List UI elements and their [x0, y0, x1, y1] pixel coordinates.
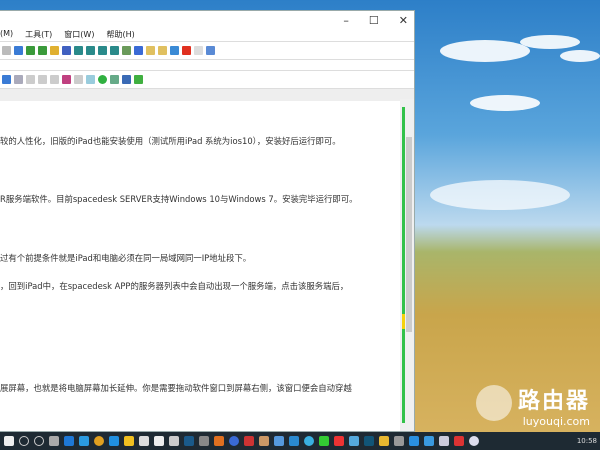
- app5-icon[interactable]: [304, 436, 314, 446]
- find-files-icon[interactable]: [50, 46, 59, 55]
- magnifier-icon[interactable]: [214, 436, 224, 446]
- bracket-icon[interactable]: [50, 75, 59, 84]
- app7-icon[interactable]: [349, 436, 359, 446]
- editor-window: – ☐ ✕ (M) 工具(T) 窗口(W) 帮助(H): [0, 10, 415, 432]
- watermark-url: luyouqi.com: [518, 415, 590, 428]
- view-icon[interactable]: [74, 46, 83, 55]
- text-line: 较的人性化，旧版的iPad也能安装使用（测试所用iPad 系统为ios10），安…: [0, 135, 341, 147]
- maximize-button[interactable]: ☐: [369, 14, 379, 27]
- qq-icon[interactable]: [244, 436, 254, 446]
- edit-icon[interactable]: [146, 46, 155, 55]
- main-toolbar: [0, 41, 414, 59]
- change-marker: [402, 107, 405, 423]
- mail-icon[interactable]: [154, 436, 164, 446]
- watermark: 路由器 luyouqi.com: [518, 383, 590, 428]
- filter-icon[interactable]: [62, 46, 71, 55]
- file-icon[interactable]: [122, 46, 131, 55]
- view2-icon[interactable]: [86, 46, 95, 55]
- sort-icon[interactable]: [86, 75, 95, 84]
- go-icon[interactable]: [134, 75, 143, 84]
- newline-icon[interactable]: [38, 75, 47, 84]
- store-icon[interactable]: [109, 436, 119, 446]
- edge-icon[interactable]: [64, 436, 74, 446]
- panel-icon[interactable]: [122, 75, 131, 84]
- find-next-icon[interactable]: [26, 46, 35, 55]
- secondary-toolbar: [0, 70, 414, 88]
- app4-icon[interactable]: [289, 436, 299, 446]
- regex-icon[interactable]: [26, 75, 35, 84]
- text-line: ，回到iPad中，在spacedesk APP的服务器列表中会自动出现一个服务端…: [0, 280, 348, 292]
- app2-icon[interactable]: [259, 436, 269, 446]
- text-line: R服务端软件。目前spacedesk SERVER支持Windows 10与Wi…: [0, 193, 358, 205]
- text-line: 展屏幕，也就是将电脑屏幕加长延伸。你是需要拖动软件窗口到屏幕右侧，该窗口便会自动…: [0, 382, 352, 394]
- taskbar: 10:58: [0, 432, 600, 450]
- app6-icon[interactable]: [334, 436, 344, 446]
- view4-icon[interactable]: [110, 46, 119, 55]
- wrench-icon[interactable]: [206, 46, 215, 55]
- menu-bar: (M) 工具(T) 窗口(W) 帮助(H): [0, 29, 414, 41]
- address-row: [0, 59, 414, 70]
- tree-icon[interactable]: [110, 75, 119, 84]
- ie-icon[interactable]: [79, 436, 89, 446]
- menu-item-help[interactable]: 帮助(H): [106, 29, 134, 41]
- shield-icon[interactable]: [199, 436, 209, 446]
- folder-icon[interactable]: [379, 436, 389, 446]
- watermark-title: 路由器: [518, 383, 590, 415]
- menu-item-tools[interactable]: 工具(T): [25, 29, 52, 41]
- app3-icon[interactable]: [274, 436, 284, 446]
- title-bar: – ☐ ✕: [0, 11, 414, 29]
- copy-icon[interactable]: [158, 46, 167, 55]
- search-icon[interactable]: [19, 436, 29, 446]
- clock[interactable]: 10:58: [577, 437, 600, 445]
- watermark-logo: [476, 385, 512, 421]
- redo-icon[interactable]: [2, 46, 11, 55]
- app10-icon[interactable]: [409, 436, 419, 446]
- minimize-button[interactable]: –: [343, 14, 349, 27]
- green-dot-icon[interactable]: [98, 75, 107, 84]
- calc-icon[interactable]: [169, 436, 179, 446]
- ps-icon[interactable]: [184, 436, 194, 446]
- camera-icon[interactable]: [454, 436, 464, 446]
- app11-icon[interactable]: [469, 436, 479, 446]
- view3-icon[interactable]: [98, 46, 107, 55]
- text-line: 过有个前提条件就是iPad和电脑必须在同一局域网同一IP地址段下。: [0, 252, 251, 264]
- app-icon[interactable]: [229, 436, 239, 446]
- menu-item-window[interactable]: 窗口(W): [64, 29, 94, 41]
- play-icon[interactable]: [194, 46, 203, 55]
- app9-icon[interactable]: [394, 436, 404, 446]
- chrome-icon[interactable]: [94, 436, 104, 446]
- search-icon[interactable]: [2, 75, 11, 84]
- current-marker: [402, 314, 405, 329]
- font-icon[interactable]: [62, 75, 71, 84]
- find-icon[interactable]: [14, 46, 23, 55]
- task-view-icon[interactable]: [49, 436, 59, 446]
- page-icon[interactable]: [14, 75, 23, 84]
- app8-icon[interactable]: [364, 436, 374, 446]
- star-icon[interactable]: [124, 436, 134, 446]
- notepad-icon[interactable]: [439, 436, 449, 446]
- vertical-scrollbar[interactable]: [400, 99, 414, 431]
- bag-icon[interactable]: [139, 436, 149, 446]
- close-button[interactable]: ✕: [399, 14, 408, 27]
- window-icon[interactable]: [170, 46, 179, 55]
- record-icon[interactable]: [182, 46, 191, 55]
- menu-item-m[interactable]: (M): [0, 29, 13, 41]
- text-content[interactable]: 较的人性化，旧版的iPad也能安装使用（测试所用iPad 系统为ios10），安…: [0, 99, 400, 431]
- wechat-icon[interactable]: [319, 436, 329, 446]
- spaces-icon[interactable]: [74, 75, 83, 84]
- download-icon[interactable]: [424, 436, 434, 446]
- find-prev-icon[interactable]: [38, 46, 47, 55]
- start-icon[interactable]: [4, 436, 14, 446]
- scroll-thumb[interactable]: [406, 137, 412, 332]
- browser-icon[interactable]: [134, 46, 143, 55]
- cortana-icon[interactable]: [34, 436, 44, 446]
